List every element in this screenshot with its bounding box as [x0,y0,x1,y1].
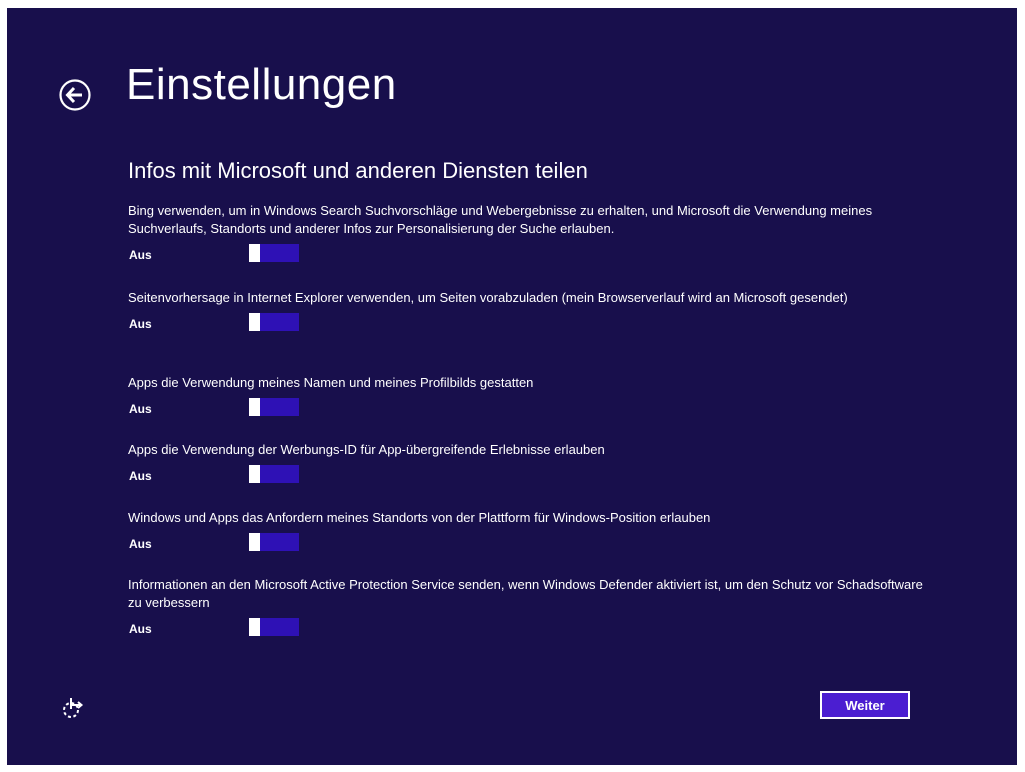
toggle-switch-page-prediction[interactable] [249,313,299,331]
setting-toggle-row: Aus [128,313,928,335]
setting-description: Informationen an den Microsoft Active Pr… [128,577,923,610]
setting-description: Windows und Apps das Anfordern meines St… [128,510,711,525]
oobe-settings-screen: Einstellungen Infos mit Microsoft und an… [7,8,1017,765]
setting-description: Apps die Verwendung meines Namen und mei… [128,375,534,390]
toggle-switch-bing-search[interactable] [249,244,299,262]
toggle-thumb [249,313,260,331]
setting-advertising-id: Apps die Verwendung der Werbungs-ID für … [128,441,928,487]
setting-description: Apps die Verwendung der Werbungs-ID für … [128,442,605,457]
setting-page-prediction: Seitenvorhersage in Internet Explorer ve… [128,289,928,335]
toggle-thumb [249,465,260,483]
toggle-state-label: Aus [129,317,152,331]
setting-description: Bing verwenden, um in Windows Search Suc… [128,203,873,236]
toggle-switch-location[interactable] [249,533,299,551]
setting-name-profile-picture: Apps die Verwendung meines Namen und mei… [128,374,928,420]
toggle-state-label: Aus [129,537,152,551]
setting-toggle-row: Aus [128,533,928,555]
setting-toggle-row: Aus [128,244,928,266]
toggle-state-label: Aus [129,402,152,416]
toggle-state-label: Aus [129,469,152,483]
back-arrow-icon [59,79,91,111]
setting-location: Windows und Apps das Anfordern meines St… [128,509,928,555]
setting-bing-search: Bing verwenden, um in Windows Search Suc… [128,202,928,266]
toggle-thumb [249,244,260,262]
page-title: Einstellungen [126,60,397,109]
setting-description: Seitenvorhersage in Internet Explorer ve… [128,290,848,305]
toggle-thumb [249,533,260,551]
back-button[interactable] [59,79,91,111]
setting-toggle-row: Aus [128,618,928,640]
section-title: Infos mit Microsoft und anderen Diensten… [128,158,588,183]
toggle-thumb [249,398,260,416]
toggle-switch-name-profile-picture[interactable] [249,398,299,416]
toggle-thumb [249,618,260,636]
ease-of-access-button[interactable] [60,696,84,720]
ease-of-access-icon [63,698,84,718]
toggle-state-label: Aus [129,622,152,636]
toggle-switch-advertising-id[interactable] [249,465,299,483]
setting-toggle-row: Aus [128,398,928,420]
setting-active-protection: Informationen an den Microsoft Active Pr… [128,576,928,640]
toggle-switch-active-protection[interactable] [249,618,299,636]
toggle-state-label: Aus [129,248,152,262]
setting-toggle-row: Aus [128,465,928,487]
next-button[interactable]: Weiter [820,691,910,719]
